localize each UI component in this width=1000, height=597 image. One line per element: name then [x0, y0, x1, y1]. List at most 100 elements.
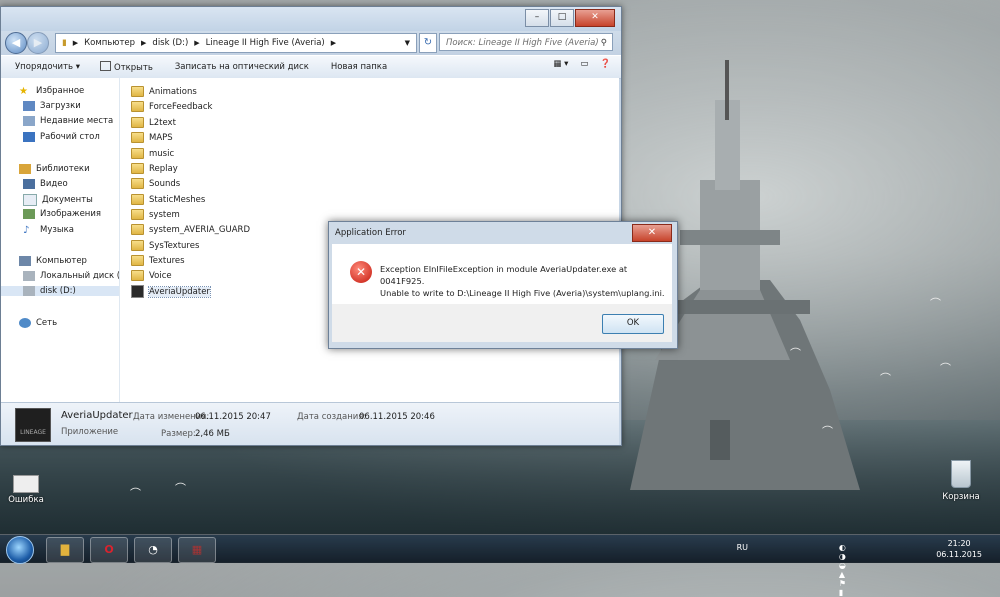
list-item[interactable]: SysTextures	[131, 238, 199, 253]
list-item[interactable]: Replay	[131, 161, 178, 176]
folder-icon	[131, 86, 144, 97]
folder-icon	[131, 163, 144, 174]
search-placeholder: Поиск: Lineage II High Five (Averia)	[446, 38, 599, 48]
nav-recent[interactable]: Недавние места	[23, 116, 113, 126]
seagull: ⌒	[880, 372, 891, 385]
help-icon[interactable]: ❓	[600, 59, 611, 69]
details-type: Приложение	[61, 427, 119, 437]
folder-icon	[131, 240, 144, 251]
dialog-title[interactable]: Application Error	[329, 222, 677, 244]
dialog-message-line1: Exception EInIFileException in module Av…	[380, 264, 628, 286]
ok-button[interactable]: OK	[602, 314, 664, 334]
address-row: ◀ ▶ ▮ ▶ Компьютер ▶ disk (D:) ▶ Lineage …	[1, 31, 621, 55]
back-icon[interactable]: ◀	[5, 32, 27, 54]
folder-icon	[131, 224, 144, 235]
search-icon[interactable]: ⚲	[601, 34, 607, 52]
maximize-button[interactable]: □	[550, 9, 574, 27]
list-item[interactable]: system_AVERIA_GUARD	[131, 222, 250, 237]
images-icon	[23, 209, 35, 219]
dialog-message-line2: Unable to write to D:\Lineage II High Fi…	[380, 288, 665, 298]
nav-label: Избранное	[36, 86, 85, 96]
minimize-button[interactable]: –	[525, 9, 549, 27]
list-item[interactable]: music	[131, 146, 174, 161]
nav-images[interactable]: Изображения	[23, 209, 101, 219]
nav-label: Компьютер	[36, 256, 87, 266]
list-item[interactable]: system	[131, 207, 180, 222]
desktop-icon-error[interactable]: Ошибка	[6, 475, 46, 505]
libraries-icon	[19, 164, 31, 174]
nav-disk-d[interactable]: disk (D:)	[1, 286, 119, 296]
dialog-body: ✕ Exception EInIFileException in module …	[332, 244, 672, 304]
list-item[interactable]: MAPS	[131, 130, 173, 145]
title-bar[interactable]: – □ ✕	[1, 7, 621, 31]
clock[interactable]: 21:20 06.11.2015	[936, 538, 982, 560]
preview-pane-icon[interactable]: ▭	[580, 59, 588, 69]
nav-label: Рабочий стол	[40, 132, 100, 142]
burn-button[interactable]: Записать на оптический диск	[175, 62, 309, 72]
taskbar: ▇ O ◔ ▦ RU ◐ ◑ ◒ ▲ ⚑ ▮ 21:20 06.11.2015	[0, 534, 1000, 597]
nav-video[interactable]: Видео	[23, 179, 68, 189]
dialog-close-button[interactable]: ✕	[632, 224, 672, 242]
drive-icon	[23, 271, 35, 281]
details-created: 06.11.2015 20:46	[359, 412, 435, 422]
seagull: ⌒	[790, 347, 801, 360]
desktop-icon-recycle-bin[interactable]: Корзина	[938, 460, 984, 502]
nav-network[interactable]: Сеть	[19, 318, 57, 328]
error-icon: ✕	[350, 261, 372, 283]
refresh-icon[interactable]: ↻	[419, 33, 437, 53]
search-input[interactable]: Поиск: Lineage II High Five (Averia) ⚲	[439, 33, 613, 51]
view-options-icon[interactable]: ▦ ▾	[553, 59, 568, 69]
drive-icon	[23, 286, 35, 296]
list-item[interactable]: L2text	[131, 115, 176, 130]
open-icon	[100, 61, 111, 71]
list-item[interactable]: StaticMeshes	[131, 192, 205, 207]
list-item[interactable]: Voice	[131, 268, 172, 283]
nav-local-disk[interactable]: Локальный диск (C	[23, 271, 120, 281]
list-item[interactable]: Animations	[131, 84, 197, 99]
list-item[interactable]: ForceFeedback	[131, 99, 212, 114]
list-item[interactable]: Sounds	[131, 176, 180, 191]
address-bar[interactable]: ▮ ▶ Компьютер ▶ disk (D:) ▶ Lineage II H…	[55, 33, 417, 53]
language-indicator[interactable]: RU	[737, 543, 748, 552]
breadcrumb-disk[interactable]: disk (D:)	[152, 38, 188, 48]
details-created-label: Дата создания:	[297, 412, 367, 422]
list-item[interactable]: Textures	[131, 253, 185, 268]
taskbar-lineage-icon[interactable]: ▦	[178, 537, 216, 563]
breadcrumb-folder[interactable]: Lineage II High Five (Averia)	[206, 38, 325, 48]
nav-label: disk (D:)	[40, 286, 76, 296]
chevron-right-icon: ▶	[72, 39, 79, 47]
new-folder-button[interactable]: Новая папка	[331, 62, 387, 72]
nav-label: Видео	[40, 179, 68, 189]
nav-computer[interactable]: Компьютер	[19, 256, 87, 266]
taskbar-app-icon[interactable]: ◔	[134, 537, 172, 563]
nav-downloads[interactable]: Загрузки	[23, 101, 81, 111]
network-icon	[19, 318, 31, 328]
star-icon: ★	[19, 86, 28, 97]
taskbar-explorer-icon[interactable]: ▇	[46, 537, 84, 563]
chevron-down-icon[interactable]: ▼	[405, 39, 410, 47]
forward-icon[interactable]: ▶	[27, 32, 49, 54]
dialog-message: Exception EInIFileException in module Av…	[380, 263, 672, 299]
seagull: ⌒	[940, 362, 951, 375]
tray-icons[interactable]: ◐ ◑ ◒ ▲ ⚑ ▮	[839, 543, 850, 597]
nav-documents[interactable]: Документы	[23, 194, 93, 206]
close-button[interactable]: ✕	[575, 9, 615, 27]
nav-desktop[interactable]: Рабочий стол	[23, 132, 100, 142]
navigation-pane: ★ Избранное Загрузки Недавние места Рабоч…	[1, 78, 120, 402]
nav-music[interactable]: ♪ Музыка	[23, 225, 74, 236]
folder-icon	[131, 209, 144, 220]
breadcrumb-computer[interactable]: Компьютер	[84, 38, 135, 48]
folder-icon	[131, 194, 144, 205]
desktop-icon-label: Корзина	[942, 492, 980, 502]
list-item[interactable]: AveriaUpdater	[131, 284, 211, 299]
nav-label: Музыка	[40, 225, 74, 235]
organize-button[interactable]: Упорядочить ▾	[15, 62, 80, 72]
chevron-right-icon: ▶	[194, 39, 200, 47]
nav-favorites[interactable]: ★ Избранное	[19, 86, 85, 97]
nav-label: Локальный диск (C	[40, 271, 120, 281]
folder-icon: ▮	[62, 38, 67, 48]
open-button[interactable]: Открыть	[100, 61, 153, 73]
nav-libraries[interactable]: Библиотеки	[19, 164, 90, 174]
start-button[interactable]	[6, 536, 34, 564]
taskbar-opera-icon[interactable]: O	[90, 537, 128, 563]
